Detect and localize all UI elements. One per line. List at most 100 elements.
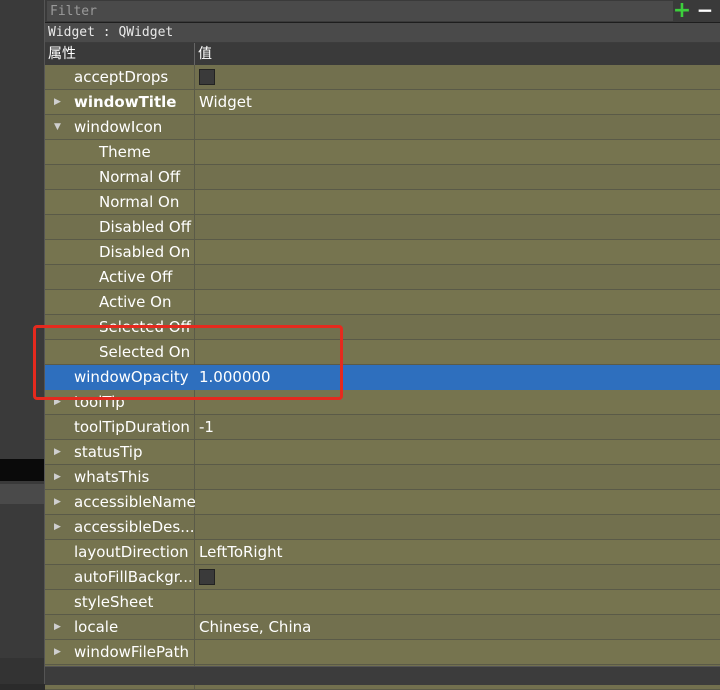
property-name-cell[interactable]: layoutDirection: [45, 540, 195, 564]
property-value-cell[interactable]: [195, 240, 720, 264]
checkbox[interactable]: [199, 569, 215, 585]
property-name-cell[interactable]: ▶ windowFilePath: [45, 640, 195, 664]
property-name-cell[interactable]: styleSheet: [45, 590, 195, 614]
property-name-cell[interactable]: Normal On: [45, 190, 195, 214]
property-row[interactable]: Disabled Off: [45, 215, 720, 240]
property-row[interactable]: styleSheet: [45, 590, 720, 615]
collapsed-arrow-icon[interactable]: ▶: [54, 490, 61, 514]
property-row[interactable]: Selected Off: [45, 315, 720, 340]
property-name: accessibleName: [74, 493, 196, 511]
property-name-cell[interactable]: ▶ toolTip: [45, 390, 195, 414]
property-row[interactable]: Normal On: [45, 190, 720, 215]
property-row[interactable]: ▶ whatsThis: [45, 465, 720, 490]
property-name-cell[interactable]: Selected On: [45, 340, 195, 364]
property-row[interactable]: Active On: [45, 290, 720, 315]
property-row[interactable]: ▼ windowIcon: [45, 115, 720, 140]
expanded-arrow-icon[interactable]: ▼: [54, 115, 61, 139]
property-value-cell[interactable]: 1.000000: [195, 365, 720, 389]
property-row[interactable]: Selected On: [45, 340, 720, 365]
property-value-cell[interactable]: [195, 140, 720, 164]
property-name-cell[interactable]: ▶ statusTip: [45, 440, 195, 464]
property-value-cell[interactable]: Chinese, China: [195, 615, 720, 639]
property-value-cell[interactable]: [195, 65, 720, 89]
remove-property-button[interactable]: −: [695, 0, 715, 21]
panel-bottom: [45, 666, 720, 685]
property-row[interactable]: ▶ windowFilePath: [45, 640, 720, 665]
property-value-cell[interactable]: [195, 465, 720, 489]
property-row[interactable]: ▶ locale Chinese, China: [45, 615, 720, 640]
property-value-cell[interactable]: [195, 565, 720, 589]
property-name-cell[interactable]: ▶ whatsThis: [45, 465, 195, 489]
property-name-cell[interactable]: ▶ accessibleName: [45, 490, 196, 514]
table-header: 属性 值: [45, 43, 720, 66]
property-value-cell[interactable]: [195, 165, 720, 189]
checkbox[interactable]: [199, 69, 215, 85]
collapsed-arrow-icon[interactable]: ▶: [54, 615, 61, 639]
collapsed-arrow-icon[interactable]: ▶: [54, 90, 61, 114]
left-dock-band-light: [0, 484, 45, 504]
property-value-cell[interactable]: [195, 265, 720, 289]
property-value-cell[interactable]: [195, 390, 720, 414]
property-name-cell[interactable]: toolTipDuration: [45, 415, 195, 439]
property-row[interactable]: ▶ statusTip: [45, 440, 720, 465]
property-name-cell[interactable]: Normal Off: [45, 165, 195, 189]
property-rows: acceptDrops ▶ windowTitle Widget ▼ windowIcon…: [45, 65, 720, 690]
property-value-cell[interactable]: [195, 440, 720, 464]
left-dock-band-dark: [0, 459, 45, 481]
property-row[interactable]: ▶ windowTitle Widget: [45, 90, 720, 115]
property-row[interactable]: autoFillBackgr...: [45, 565, 720, 590]
collapsed-arrow-icon[interactable]: ▶: [54, 515, 61, 539]
property-row[interactable]: ▶ accessibleName: [45, 490, 720, 515]
property-row[interactable]: Active Off: [45, 265, 720, 290]
property-name-cell[interactable]: Disabled Off: [45, 215, 195, 239]
property-name-cell[interactable]: Selected Off: [45, 315, 195, 339]
property-value-cell[interactable]: [195, 315, 720, 339]
property-row[interactable]: Theme: [45, 140, 720, 165]
property-row[interactable]: Normal Off: [45, 165, 720, 190]
property-name-cell[interactable]: Active Off: [45, 265, 195, 289]
property-value-cell[interactable]: Widget: [195, 90, 720, 114]
property-name-cell[interactable]: acceptDrops: [45, 65, 195, 89]
property-name-cell[interactable]: Theme: [45, 140, 195, 164]
collapsed-arrow-icon[interactable]: ▶: [54, 440, 61, 464]
property-name-cell[interactable]: Active On: [45, 290, 195, 314]
header-value[interactable]: 值: [195, 43, 718, 65]
property-name-cell[interactable]: Disabled On: [45, 240, 195, 264]
property-name: windowFilePath: [74, 643, 189, 661]
property-value-cell[interactable]: [195, 640, 720, 664]
add-property-button[interactable]: +: [672, 0, 692, 22]
property-name: windowOpacity: [74, 368, 189, 386]
collapsed-arrow-icon[interactable]: ▶: [54, 640, 61, 664]
property-name-cell[interactable]: ▶ windowTitle: [45, 90, 195, 114]
property-name: Active On: [99, 293, 172, 311]
property-row[interactable]: layoutDirection LeftToRight: [45, 540, 720, 565]
property-value-cell[interactable]: -1: [195, 415, 720, 439]
property-name-cell[interactable]: ▼ windowIcon: [45, 115, 195, 139]
property-name-cell[interactable]: windowOpacity: [45, 365, 195, 389]
property-row[interactable]: acceptDrops: [45, 65, 720, 90]
property-value-cell[interactable]: [195, 490, 720, 514]
collapsed-arrow-icon[interactable]: ▶: [54, 465, 61, 489]
property-name-cell[interactable]: ▶ accessibleDes...: [45, 515, 195, 539]
property-name-cell[interactable]: ▶ locale: [45, 615, 195, 639]
property-value-cell[interactable]: [195, 290, 720, 314]
property-name: layoutDirection: [74, 543, 189, 561]
property-value-cell[interactable]: [195, 115, 720, 139]
collapsed-arrow-icon[interactable]: ▶: [54, 390, 61, 414]
property-value-cell[interactable]: [195, 515, 720, 539]
property-value: -1: [199, 418, 214, 436]
property-row[interactable]: ▶ toolTip: [45, 390, 720, 415]
property-value-cell[interactable]: [195, 590, 720, 614]
property-value-cell[interactable]: LeftToRight: [195, 540, 720, 564]
property-row[interactable]: toolTipDuration -1: [45, 415, 720, 440]
property-name-cell[interactable]: autoFillBackgr...: [45, 565, 195, 589]
property-value-cell[interactable]: [195, 190, 720, 214]
header-property[interactable]: 属性: [45, 43, 195, 65]
property-value-cell[interactable]: [195, 215, 720, 239]
property-row[interactable]: windowOpacity 1.000000: [45, 365, 720, 390]
property-value-cell[interactable]: [195, 340, 720, 364]
property-row[interactable]: Disabled On: [45, 240, 720, 265]
filter-input[interactable]: [47, 1, 673, 21]
property-row[interactable]: ▶ accessibleDes...: [45, 515, 720, 540]
property-name: Selected On: [99, 343, 191, 361]
